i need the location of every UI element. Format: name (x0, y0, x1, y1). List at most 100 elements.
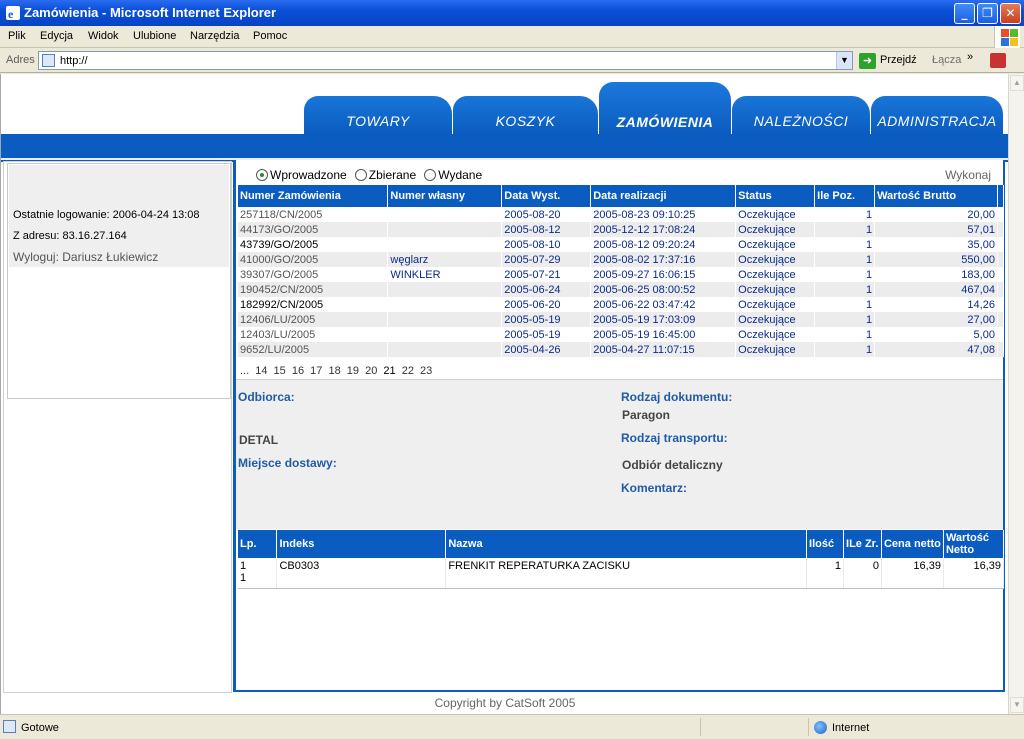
windows-logo-icon (994, 26, 1020, 48)
logout-link[interactable]: Wyloguj: Dariusz Łukiewicz (13, 250, 158, 264)
issue-date-cell: 2005-04-26 (501, 342, 592, 357)
minimize-button[interactable]: _ (954, 3, 975, 24)
table-row[interactable]: 43739/GO/2005 2005-08-10 2005-08-12 09:20:… (238, 237, 1005, 252)
page-link[interactable]: 20 (365, 365, 377, 377)
item-count-cell: 1 (814, 342, 876, 357)
issue-date-cell: 2005-05-19 (501, 327, 592, 342)
menu-ulubione[interactable]: Ulubione (133, 30, 176, 42)
radio-wydane[interactable] (424, 169, 437, 181)
gross-value-cell: 467,04 (874, 282, 998, 297)
address-url[interactable]: http:// (60, 55, 88, 67)
order-number-cell[interactable]: 39307/GO/2005 (238, 267, 389, 282)
status-separator (700, 718, 701, 736)
col-data-wyst[interactable]: Data Wyst. (501, 185, 592, 207)
radio-wprowadzone[interactable] (256, 169, 268, 181)
page-link[interactable]: 16 (292, 365, 304, 377)
realization-date-cell: 2005-06-22 03:47:42 (590, 297, 737, 312)
page-link[interactable]: 15 (274, 365, 286, 377)
order-number-cell[interactable]: 43739/GO/2005 (238, 237, 389, 252)
run-button[interactable]: Wykonaj (945, 168, 991, 182)
order-number-cell[interactable]: 257118/CN/2005 (238, 207, 389, 222)
realization-date-cell: 2005-08-23 09:10:25 (590, 207, 737, 222)
table-row[interactable]: 12403/LU/2005 2005-05-19 2005-05-19 16:45:… (238, 327, 1005, 342)
gross-value-cell: 47,08 (874, 342, 998, 357)
menu-plik[interactable]: Plik (8, 30, 26, 42)
tab-naleznosci[interactable]: NALEŻNOŚCI (732, 96, 870, 134)
order-number-cell[interactable]: 12403/LU/2005 (238, 327, 389, 342)
links-chevron-icon[interactable]: » (967, 51, 973, 63)
menu-pomoc[interactable]: Pomoc (253, 30, 287, 42)
toolbar-extra-icon[interactable] (990, 53, 1006, 68)
col-wartosc-brutto[interactable]: Wartość Brutto (874, 185, 998, 207)
order-number-cell[interactable]: 12406/LU/2005 (238, 312, 389, 327)
table-row[interactable]: 44173/GO/2005 2005-08-12 2005-12-12 17:08:… (238, 222, 1005, 237)
col-numer-wlasny[interactable]: Numer własny (387, 185, 503, 207)
table-row[interactable]: 190452/CN/2005 2005-06-24 2005-06-25 08:00… (238, 282, 1005, 297)
gross-value-cell: 27,00 (874, 312, 998, 327)
table-row[interactable]: 9652/LU/2005 2005-04-26 2005-04-27 11:07:1… (238, 342, 1005, 357)
order-number-cell[interactable]: 9652/LU/2005 (238, 342, 389, 357)
table-row[interactable]: 257118/CN/2005 2005-08-20 2005-08-23 09:10… (238, 207, 1005, 222)
table-row[interactable]: 182992/CN/2005 2005-06-20 2005-06-22 03:47… (238, 297, 1005, 312)
page-link[interactable]: 22 (402, 365, 414, 377)
menu-narzedzia[interactable]: Narzędzia (190, 30, 240, 42)
page-link[interactable]: 17 (310, 365, 322, 377)
rodzaj-dokumentu-label: Rodzaj dokumentu: (621, 390, 733, 404)
page-link[interactable]: 18 (328, 365, 340, 377)
address-dropdown-icon[interactable]: ▼ (836, 52, 852, 69)
item-count-cell: 1 (814, 267, 876, 282)
vertical-scrollbar[interactable]: ▲ ▼ (1008, 74, 1024, 714)
table-row[interactable]: 41000/GO/2005 węglarz 2005-07-29 2005-08-02… (238, 252, 1005, 267)
scroll-up-icon[interactable]: ▲ (1010, 75, 1024, 91)
page-link[interactable]: 19 (347, 365, 359, 377)
radio-zbierane[interactable] (354, 169, 367, 181)
col-numer-zamowienia[interactable]: Numer Zamówienia (238, 185, 389, 207)
row-spacer (997, 207, 1005, 222)
order-number-cell[interactable]: 182992/CN/2005 (238, 297, 389, 312)
item-count-cell: 1 (814, 297, 876, 312)
col-wartosc-netto: Wartość Netto (943, 530, 1005, 558)
go-button[interactable]: Przejdź (880, 54, 917, 66)
item-lp-cell: 1 1 (238, 558, 278, 588)
col-ile-poz[interactable]: Ile Poz. (814, 185, 876, 207)
col-data-realizacji[interactable]: Data realizacji (590, 185, 737, 207)
own-number-cell (387, 207, 503, 222)
order-number-cell[interactable]: 44173/GO/2005 (238, 222, 389, 237)
security-zone: Internet (832, 722, 870, 734)
scroll-down-icon[interactable]: ▼ (1010, 697, 1024, 713)
menu-edycja[interactable]: Edycja (40, 30, 73, 42)
tab-administracja[interactable]: ADMINISTRACJA (871, 96, 1003, 134)
gross-value-cell: 5,00 (874, 327, 998, 342)
tab-towary[interactable]: TOWARY (304, 96, 452, 134)
issue-date-cell: 2005-08-20 (501, 207, 592, 222)
radio-wprowadzone-label[interactable]: Wprowadzone (270, 168, 347, 182)
address-input[interactable]: http:// ▼ (38, 51, 853, 70)
tab-zamowienia[interactable]: ZAMÓWIENIA (599, 82, 731, 134)
issue-date-cell: 2005-06-20 (501, 297, 592, 312)
page-link[interactable]: 14 (255, 365, 267, 377)
radio-wydane-label[interactable]: Wydane (438, 168, 482, 182)
go-arrow-icon[interactable]: ➜ (859, 53, 876, 69)
gross-value-cell: 550,00 (874, 252, 998, 267)
table-row[interactable]: 39307/GO/2005 WINKLER 2005-07-21 2005-09-27… (238, 267, 1005, 282)
komentarz-label: Komentarz: (621, 481, 688, 495)
menu-widok[interactable]: Widok (88, 30, 119, 42)
row-spacer (997, 237, 1005, 252)
table-row[interactable]: 12406/LU/2005 2005-05-19 2005-05-19 17:03:… (238, 312, 1005, 327)
maximize-button[interactable]: ❐ (977, 3, 998, 24)
status-separator (808, 718, 809, 736)
order-status-cell: Oczekujące (735, 252, 816, 267)
issue-date-cell: 2005-05-19 (501, 312, 592, 327)
orders-panel: Wprowadzone Zbierane Wydane Wykonaj Nume… (233, 160, 1005, 692)
pager-ellipsis[interactable]: ... (240, 365, 249, 377)
internet-globe-icon (814, 721, 827, 734)
order-status-cell: Oczekujące (735, 312, 816, 327)
radio-zbierane-label[interactable]: Zbierane (369, 168, 416, 182)
tab-koszyk[interactable]: KOSZYK (453, 96, 598, 134)
order-number-cell[interactable]: 190452/CN/2005 (238, 282, 389, 297)
close-button[interactable]: ✕ (1000, 3, 1021, 24)
order-number-cell[interactable]: 41000/GO/2005 (238, 252, 389, 267)
links-label[interactable]: Łącza (932, 54, 961, 66)
page-link[interactable]: 23 (420, 365, 432, 377)
col-status[interactable]: Status (735, 185, 816, 207)
